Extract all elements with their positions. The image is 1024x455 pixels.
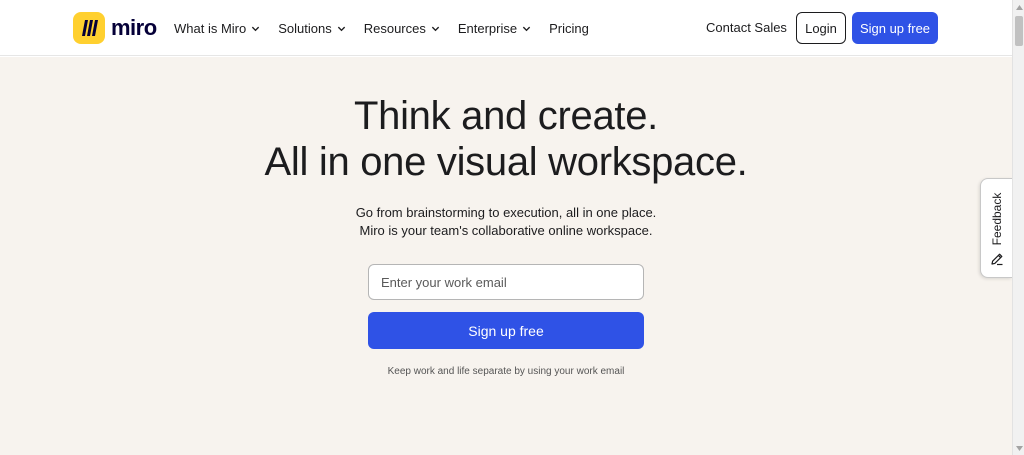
- feedback-label: Feedback: [990, 192, 1004, 246]
- main-nav: What is Miro Solutions Resources Enterpr…: [174, 0, 607, 56]
- hero-subtext-line1: Go from brainstorming to execution, all …: [355, 205, 657, 220]
- work-email-input[interactable]: [368, 264, 644, 300]
- miro-logo-text: miro: [111, 15, 157, 40]
- miro-logo[interactable]: miro: [73, 12, 157, 44]
- chevron-down-icon: [337, 26, 345, 31]
- contact-sales-link[interactable]: Contact Sales: [706, 20, 787, 35]
- nav-item-label: Enterprise: [457, 20, 518, 36]
- login-button[interactable]: Login: [796, 12, 846, 44]
- scroll-up-arrow-icon[interactable]: [1013, 0, 1024, 14]
- page-scrollbar[interactable]: [1012, 0, 1024, 455]
- nav-item-pricing[interactable]: Pricing: [549, 21, 589, 36]
- page: miro What is Miro Solutions Resources En…: [0, 0, 1012, 455]
- nav-item-label: Solutions: [278, 20, 332, 36]
- nav-item-enterprise[interactable]: Enterprise: [458, 21, 531, 36]
- nav-item-solutions[interactable]: Solutions: [278, 21, 345, 36]
- hero-headline-line2: All in one visual workspace.: [264, 140, 748, 184]
- work-email-hint: Keep work and life separate by using you…: [387, 366, 625, 377]
- hero-subtext-line2: Miro is your team's collaborative online…: [359, 223, 653, 238]
- miro-logo-icon: [73, 12, 105, 44]
- chevron-down-icon: [522, 26, 531, 31]
- nav-item-resources[interactable]: Resources: [364, 21, 440, 36]
- nav-item-label: Resources: [363, 20, 426, 36]
- scroll-down-arrow-icon[interactable]: [1013, 441, 1024, 455]
- chevron-down-icon: [252, 26, 260, 31]
- hero-section: Think and create. All in one visual work…: [0, 57, 1012, 455]
- scrollbar-thumb[interactable]: [1015, 16, 1023, 46]
- header-signup-button[interactable]: Sign up free: [852, 12, 938, 44]
- hero-signup-button[interactable]: Sign up free: [368, 312, 644, 349]
- nav-item-what-is-miro[interactable]: What is Miro: [174, 21, 260, 36]
- feedback-tab[interactable]: Feedback: [980, 178, 1012, 278]
- hero-headline-line1: Think and create.: [354, 94, 658, 138]
- chevron-down-icon: [431, 26, 439, 31]
- site-header: miro What is Miro Solutions Resources En…: [0, 0, 1012, 56]
- nav-item-label: Pricing: [549, 20, 589, 36]
- nav-item-label: What is Miro: [174, 20, 247, 36]
- pencil-icon: [991, 253, 1003, 266]
